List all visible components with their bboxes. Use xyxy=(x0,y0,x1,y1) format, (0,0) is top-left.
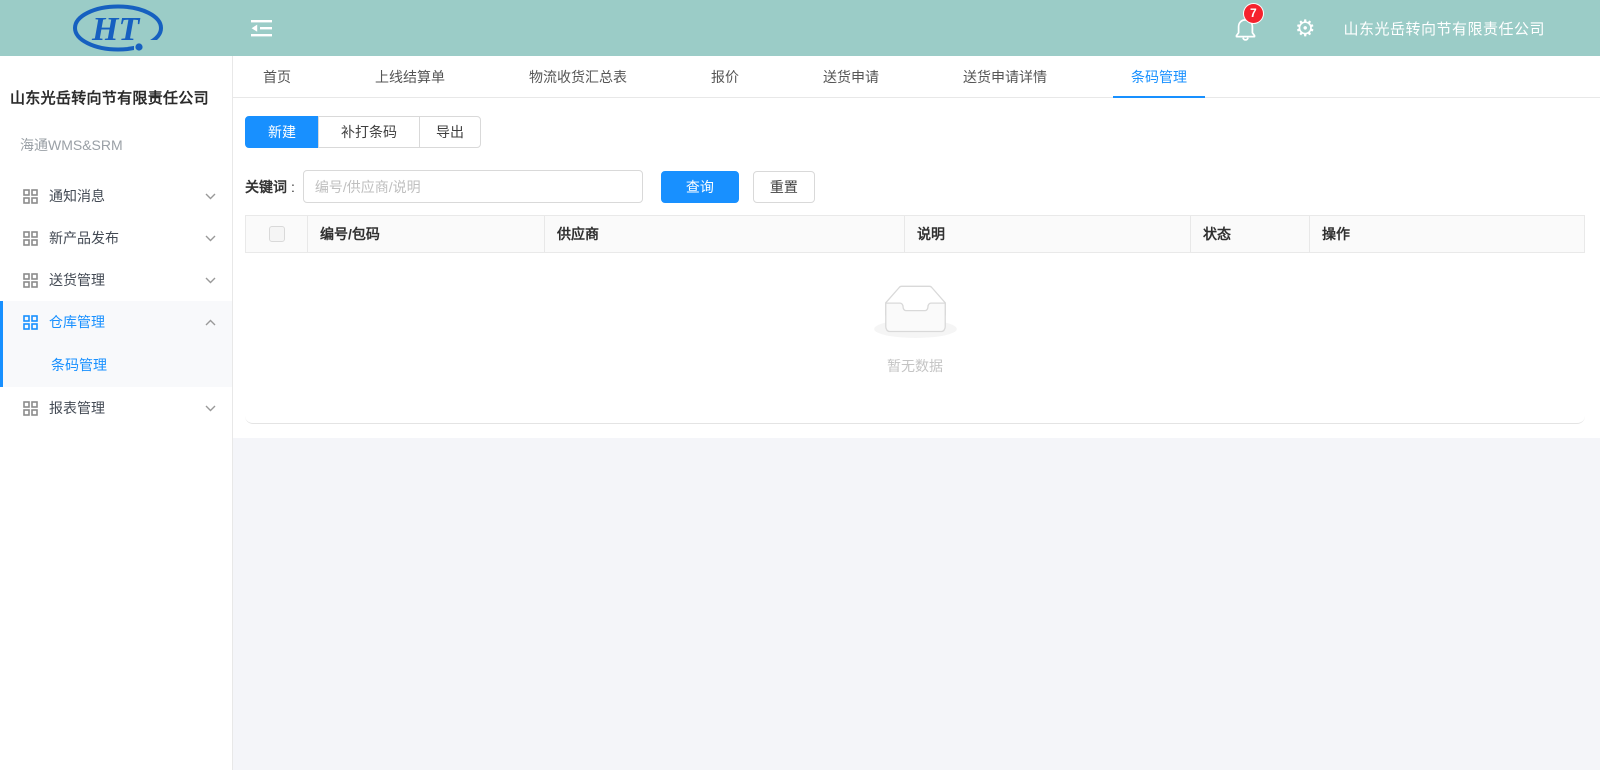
tab-delivery-request-detail[interactable]: 送货申请详情 xyxy=(933,56,1077,97)
tab-barcode-management[interactable]: 条码管理 xyxy=(1101,56,1217,97)
chevron-down-icon xyxy=(205,235,216,242)
menu-fold-icon[interactable] xyxy=(251,20,272,37)
settings-gear-icon[interactable]: ⚙ xyxy=(1295,17,1316,40)
notification-count-badge: 7 xyxy=(1244,4,1263,23)
reprint-barcode-button[interactable]: 补打条码 xyxy=(318,116,420,148)
chevron-up-icon xyxy=(205,319,216,326)
sidebar-item-label: 新产品发布 xyxy=(49,228,119,248)
chevron-down-icon xyxy=(205,405,216,412)
column-header-description: 说明 xyxy=(905,216,1191,252)
tab-label: 首页 xyxy=(263,67,291,87)
empty-box-icon xyxy=(874,285,957,338)
reset-button[interactable]: 重置 xyxy=(753,171,815,203)
query-button[interactable]: 查询 xyxy=(661,171,739,203)
table-header-row: 编号/包码 供应商 说明 状态 操作 xyxy=(245,215,1585,253)
toolbar-button-group: 新建 补打条码 导出 xyxy=(245,116,481,148)
company-logo: HT xyxy=(0,0,233,56)
column-header-status: 状态 xyxy=(1191,216,1310,252)
sidebar-item-reports[interactable]: 报表管理 xyxy=(0,387,232,429)
appstore-grid-icon xyxy=(23,189,38,204)
appstore-grid-icon xyxy=(23,273,38,288)
sidebar-subitem-label: 条码管理 xyxy=(51,355,107,375)
keyword-label: 关键词 xyxy=(245,177,287,197)
tab-label: 条码管理 xyxy=(1131,67,1187,87)
card-bottom-gap xyxy=(233,424,1600,438)
select-all-checkbox[interactable] xyxy=(269,226,285,242)
sidebar-item-label: 仓库管理 xyxy=(49,312,105,332)
tab-label: 上线结算单 xyxy=(375,67,445,87)
column-header-code: 编号/包码 xyxy=(308,216,545,252)
svg-text:HT: HT xyxy=(91,11,140,48)
sidebar-group-warehouse: 仓库管理 条码管理 xyxy=(0,301,232,387)
appstore-grid-icon xyxy=(23,231,38,246)
ht-logo-icon: HT xyxy=(58,2,176,54)
sidebar-item-label: 送货管理 xyxy=(49,270,105,290)
tab-label: 送货申请详情 xyxy=(963,67,1047,87)
sidebar-nav: 通知消息 新产品发布 xyxy=(0,175,232,429)
sidebar-item-notifications[interactable]: 通知消息 xyxy=(0,175,232,217)
tab-bar: 首页 上线结算单 物流收货汇总表 报价 送货申请 送货申请详情 条码管理 xyxy=(233,56,1600,98)
keyword-input[interactable] xyxy=(303,170,643,203)
tab-online-settlement[interactable]: 上线结算单 xyxy=(345,56,475,97)
chevron-down-icon xyxy=(205,193,216,200)
table-empty-body: 暂无数据 xyxy=(245,253,1585,423)
appstore-grid-icon xyxy=(23,315,38,330)
system-name: 海通WMS&SRM xyxy=(0,108,232,155)
search-row: 关键词 : 查询 重置 xyxy=(245,170,1585,203)
sidebar: 山东光岳转向节有限责任公司 海通WMS&SRM 通知消息 xyxy=(0,56,233,770)
barcode-table: 编号/包码 供应商 说明 状态 操作 xyxy=(245,215,1585,423)
tab-quotation[interactable]: 报价 xyxy=(681,56,769,97)
tab-label: 报价 xyxy=(711,67,739,87)
sidebar-item-delivery[interactable]: 送货管理 xyxy=(0,259,232,301)
tab-delivery-request[interactable]: 送货申请 xyxy=(793,56,909,97)
sidebar-item-label: 报表管理 xyxy=(49,398,105,418)
column-header-action: 操作 xyxy=(1310,216,1584,252)
notification-bell-icon[interactable]: 7 xyxy=(1234,16,1257,41)
barcode-management-panel: 新建 补打条码 导出 关键词 : 查询 重置 编号/包码 供应商 说明 xyxy=(245,98,1585,424)
tab-label: 物流收货汇总表 xyxy=(529,67,627,87)
tab-label: 送货申请 xyxy=(823,67,879,87)
sidebar-subitem-barcode[interactable]: 条码管理 xyxy=(3,343,232,387)
tab-home[interactable]: 首页 xyxy=(233,56,321,97)
keyword-colon: : xyxy=(291,179,295,195)
appstore-grid-icon xyxy=(23,401,38,416)
sidebar-company-name: 山东光岳转向节有限责任公司 xyxy=(0,56,232,108)
select-all-cell xyxy=(246,216,308,252)
empty-state-text: 暂无数据 xyxy=(887,356,943,376)
topbar-company-name: 山东光岳转向节有限责任公司 xyxy=(1343,18,1545,39)
sidebar-item-label: 通知消息 xyxy=(49,186,105,206)
content-area: 首页 上线结算单 物流收货汇总表 报价 送货申请 送货申请详情 条码管理 新建 … xyxy=(233,56,1600,770)
sidebar-item-warehouse[interactable]: 仓库管理 xyxy=(3,301,232,343)
column-header-supplier: 供应商 xyxy=(545,216,905,252)
tab-logistics-summary[interactable]: 物流收货汇总表 xyxy=(499,56,657,97)
export-button[interactable]: 导出 xyxy=(419,116,481,148)
page-background xyxy=(233,438,1600,770)
sidebar-item-new-product[interactable]: 新产品发布 xyxy=(0,217,232,259)
chevron-down-icon xyxy=(205,277,216,284)
top-header: HT 7 ⚙ 山东光岳转向节有限责任公司 xyxy=(0,0,1600,56)
new-button[interactable]: 新建 xyxy=(245,116,319,148)
